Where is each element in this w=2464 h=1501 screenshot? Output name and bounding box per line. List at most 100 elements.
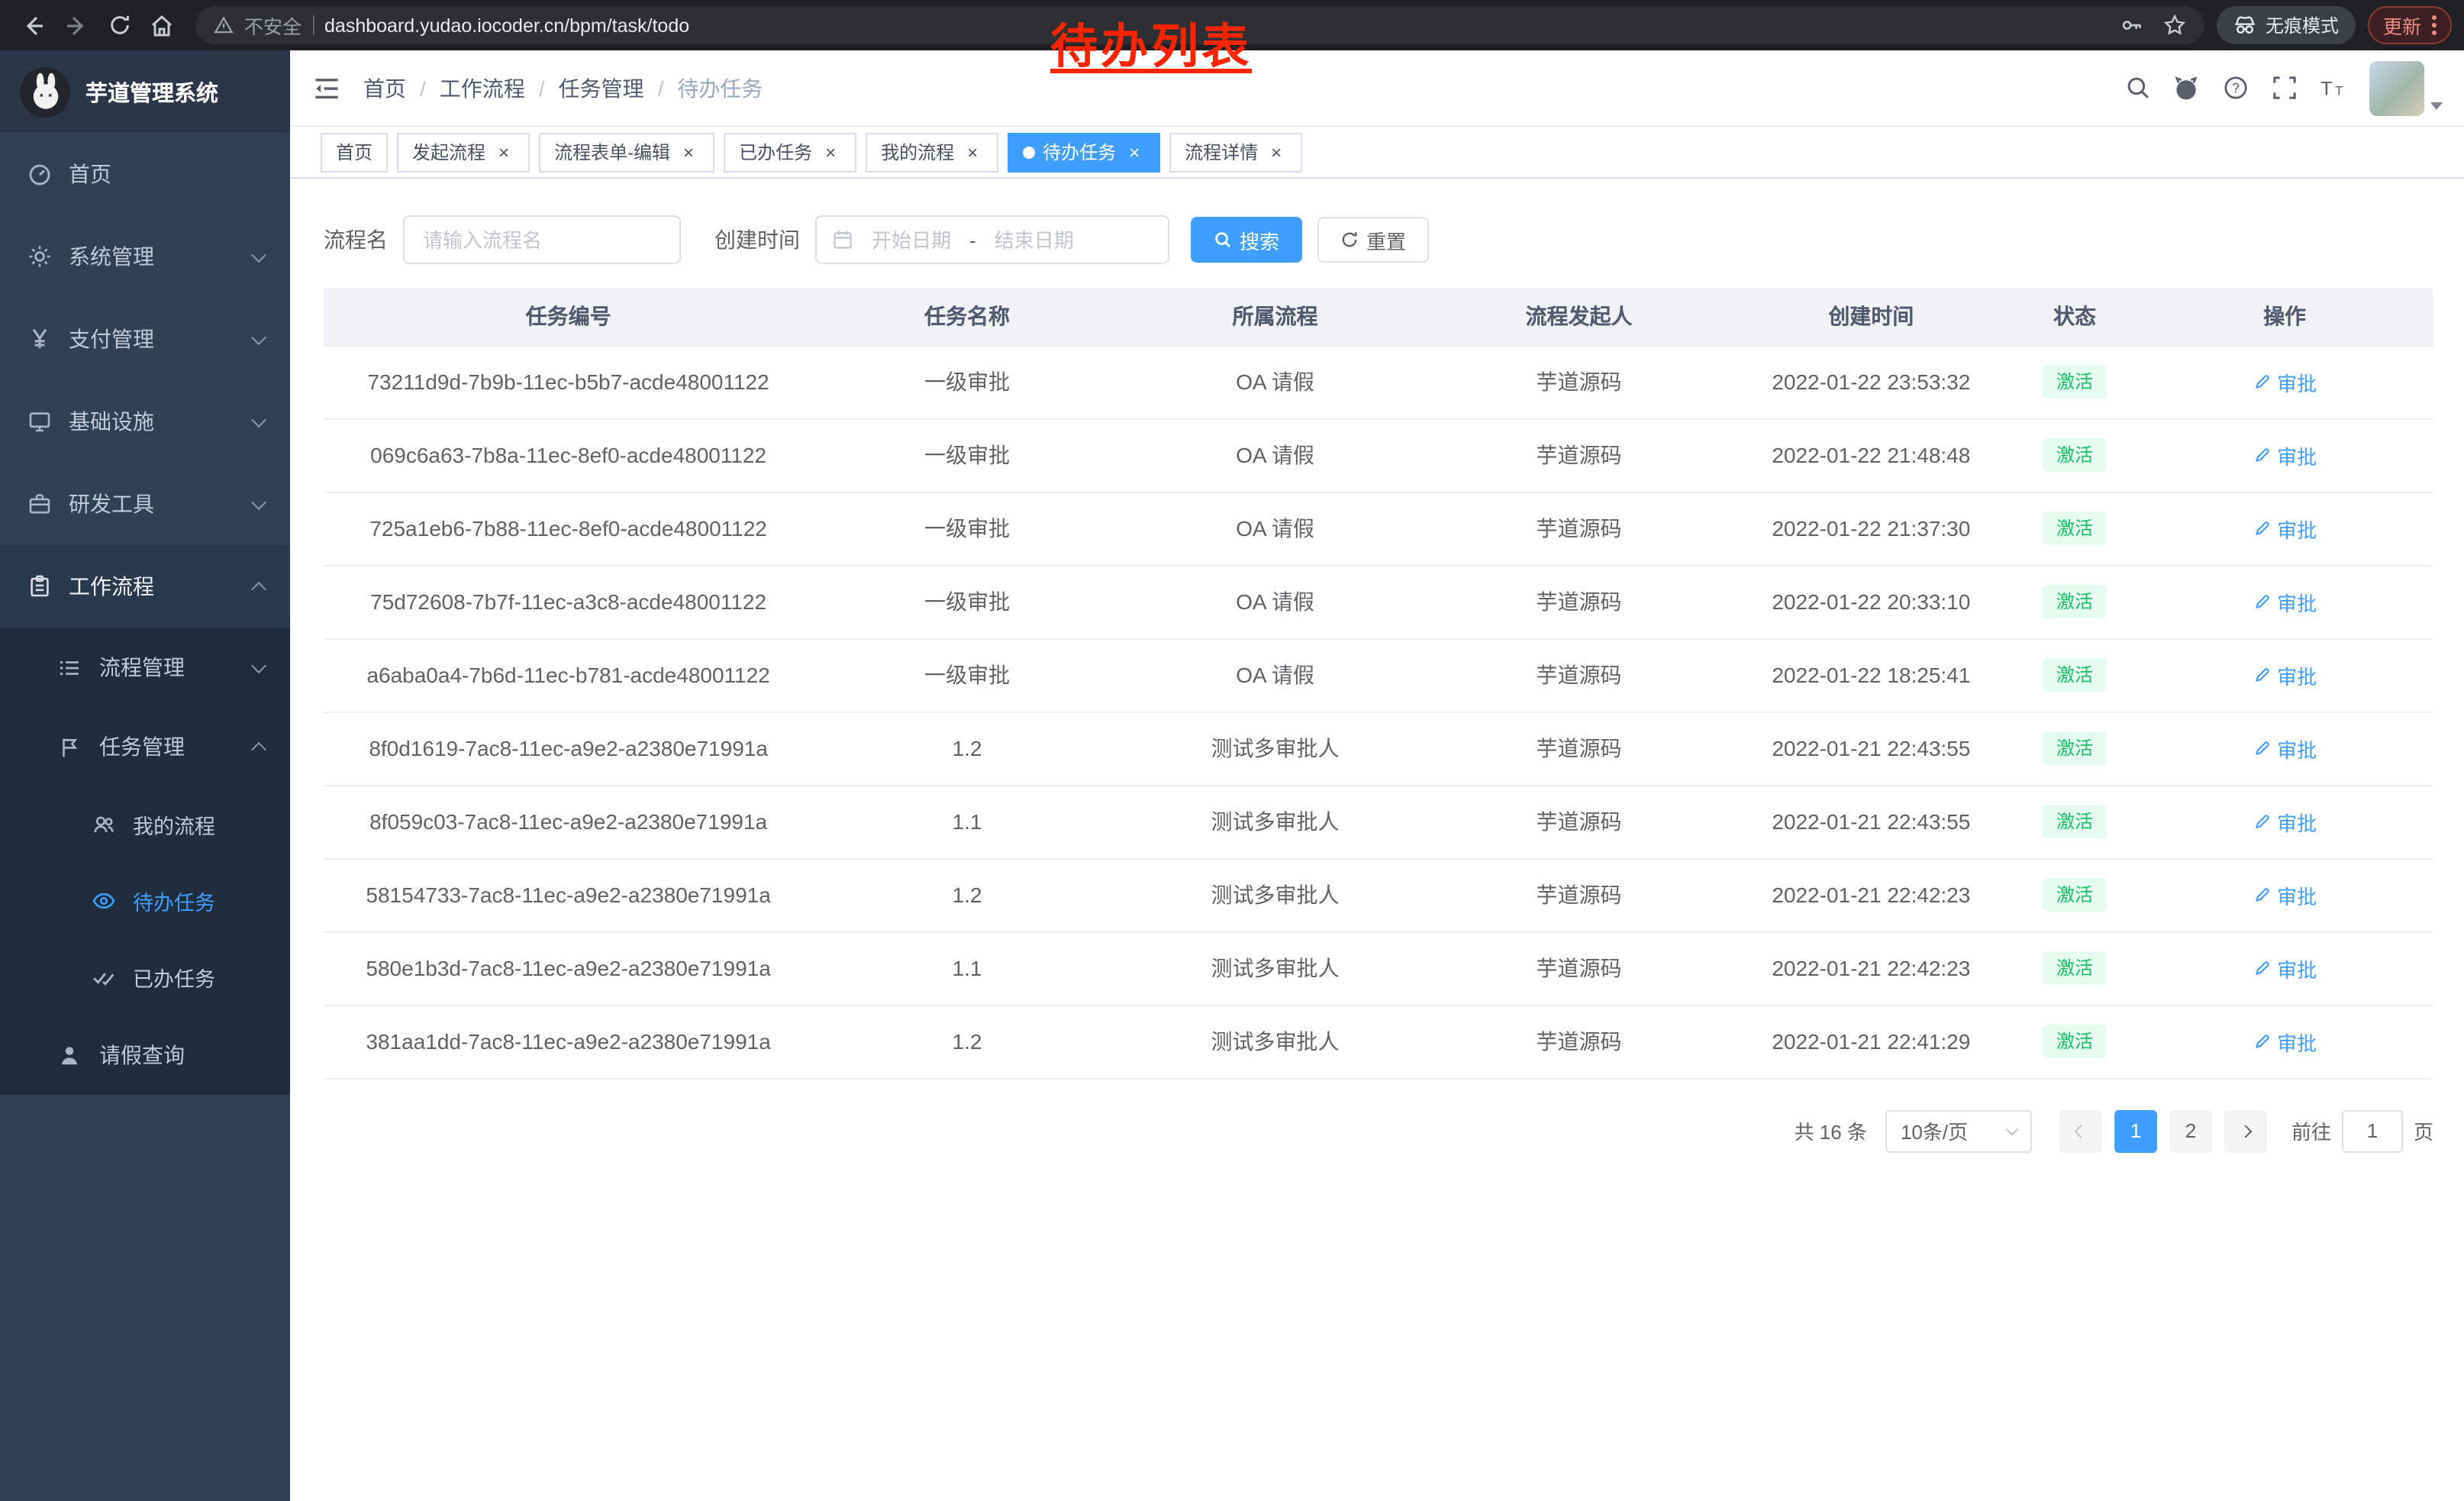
help-icon[interactable]: ? — [2211, 63, 2259, 112]
approve-link[interactable]: 审批 — [2253, 587, 2317, 616]
cell-process: 测试多审批人 — [1121, 1005, 1430, 1078]
address-bar[interactable]: 不安全 dashboard.yudao.iocoder.cn/bpm/task/… — [195, 6, 2204, 44]
monitor-icon — [26, 408, 52, 434]
edit-pen-icon — [2253, 666, 2271, 684]
search-button[interactable]: 搜索 — [1191, 217, 1302, 263]
chevron-down-icon — [251, 412, 266, 427]
status-badge: 激活 — [2043, 951, 2107, 985]
process-name-input[interactable] — [403, 215, 681, 264]
cell-created: 2022-01-21 22:41:29 — [1729, 1005, 2014, 1078]
sidebar-item-payment-mgmt[interactable]: 支付管理 — [0, 298, 290, 380]
sidebar-item-system-mgmt[interactable]: 系统管理 — [0, 215, 290, 298]
cell-actions: 审批 — [2136, 1005, 2433, 1078]
tab-my-process[interactable]: 我的流程 × — [866, 132, 998, 172]
sidebar-item-leave-query[interactable]: 请假查询 — [0, 1015, 290, 1095]
table-row: 725a1eb6-7b88-11ec-8ef0-acde48001122 一级审… — [324, 492, 2433, 565]
sidebar-item-done-tasks[interactable]: 已办任务 — [0, 939, 290, 1015]
next-page-button[interactable] — [2224, 1109, 2267, 1152]
chevron-down-icon — [2430, 102, 2443, 109]
date-range-picker[interactable]: - — [815, 215, 1169, 264]
approve-link[interactable]: 审批 — [2253, 367, 2317, 396]
breadcrumb-task-mgmt[interactable]: 任务管理 — [559, 73, 644, 103]
fullscreen-icon[interactable] — [2259, 63, 2308, 112]
col-task-name: 任务名称 — [813, 289, 1121, 345]
sidebar-item-my-process[interactable]: 我的流程 — [0, 786, 290, 863]
sidebar-item-home[interactable]: 首页 — [0, 133, 290, 215]
cell-process: 测试多审批人 — [1121, 785, 1430, 858]
approve-link[interactable]: 审批 — [2253, 441, 2317, 470]
approve-link[interactable]: 审批 — [2253, 514, 2317, 543]
cell-initiator: 芋道源码 — [1429, 418, 1728, 492]
cell-task-name: 1.2 — [813, 1005, 1121, 1078]
flag-icon — [56, 734, 82, 760]
close-icon[interactable]: × — [820, 141, 841, 163]
user-menu[interactable] — [2369, 60, 2443, 115]
page-button-2[interactable]: 2 — [2169, 1109, 2212, 1152]
cell-process: 测试多审批人 — [1121, 931, 1430, 1005]
cell-actions: 审批 — [2136, 931, 2433, 1005]
approve-link[interactable]: 审批 — [2253, 734, 2317, 763]
date-range-separator: - — [969, 228, 976, 251]
approve-link[interactable]: 审批 — [2253, 880, 2317, 909]
table-row: 58154733-7ac8-11ec-a9e2-a2380e71991a 1.2… — [324, 858, 2433, 931]
toolbox-icon — [26, 491, 52, 517]
github-icon[interactable] — [2162, 63, 2211, 112]
search-icon — [1214, 231, 1232, 249]
page-size-select[interactable]: 10条/页 — [1885, 1109, 2032, 1152]
tab-home[interactable]: 首页 — [321, 132, 388, 172]
incognito-badge[interactable]: 无痕模式 — [2217, 6, 2356, 44]
page-button-1[interactable]: 1 — [2114, 1109, 2157, 1152]
close-icon[interactable]: × — [1266, 141, 1287, 163]
approve-link[interactable]: 审批 — [2253, 660, 2317, 689]
close-icon[interactable]: × — [678, 141, 699, 163]
password-key-icon[interactable] — [2121, 14, 2143, 37]
forward-icon[interactable] — [55, 4, 98, 47]
sidebar-item-task-mgmt[interactable]: 任务管理 — [0, 707, 290, 786]
status-badge: 激活 — [2043, 438, 2107, 472]
process-name-label: 流程名 — [324, 224, 388, 255]
sidebar: 芋道管理系统 首页 系统管理 支付管理 — [0, 50, 290, 1501]
sidebar-item-dev-tools[interactable]: 研发工具 — [0, 463, 290, 545]
cell-created: 2022-01-22 20:33:10 — [1729, 565, 2014, 638]
breadcrumb-home[interactable]: 首页 — [363, 73, 406, 103]
sidebar-item-process-mgmt[interactable]: 流程管理 — [0, 628, 290, 707]
sidebar-item-todo-tasks[interactable]: 待办任务 — [0, 863, 290, 939]
reload-icon[interactable] — [98, 4, 140, 47]
back-icon[interactable] — [12, 4, 55, 47]
approve-link[interactable]: 审批 — [2253, 1027, 2317, 1056]
table-row: 580e1b3d-7ac8-11ec-a9e2-a2380e71991a 1.1… — [324, 931, 2433, 1005]
sidebar-item-infrastructure[interactable]: 基础设施 — [0, 380, 290, 463]
close-icon[interactable]: × — [962, 141, 983, 163]
tab-todo-tasks[interactable]: 待办任务 × — [1008, 132, 1160, 172]
search-icon[interactable] — [2113, 63, 2162, 112]
home-icon[interactable] — [140, 4, 183, 47]
bookmark-star-icon[interactable] — [2163, 14, 2186, 37]
edit-pen-icon — [2253, 739, 2271, 757]
breadcrumb-workflow[interactable]: 工作流程 — [440, 73, 525, 103]
goto-page-input[interactable] — [2342, 1109, 2403, 1152]
list-icon — [56, 654, 82, 680]
prev-page-button[interactable] — [2059, 1109, 2102, 1152]
approve-link[interactable]: 审批 — [2253, 954, 2317, 983]
browser-menu-icon[interactable] — [2432, 15, 2437, 35]
end-date-input[interactable] — [985, 228, 1083, 251]
tab-form-edit[interactable]: 流程表单-编辑 × — [539, 132, 714, 172]
status-badge: 激活 — [2043, 1025, 2107, 1058]
cell-created: 2022-01-21 22:43:55 — [1729, 712, 2014, 785]
sidebar-item-workflow[interactable]: 工作流程 — [0, 545, 290, 628]
start-date-input[interactable] — [863, 228, 960, 251]
sidebar-collapse-icon[interactable] — [290, 50, 363, 126]
approve-link[interactable]: 审批 — [2253, 807, 2317, 836]
browser-update-button[interactable]: 更新 — [2368, 6, 2452, 44]
app-logo-row[interactable]: 芋道管理系统 — [0, 50, 290, 133]
font-size-icon[interactable]: TT — [2308, 63, 2357, 112]
task-table-body: 73211d9d-7b9b-11ec-b5b7-acde48001122 一级审… — [324, 345, 2433, 1078]
tab-done-tasks[interactable]: 已办任务 × — [724, 132, 856, 172]
tab-start-process[interactable]: 发起流程 × — [397, 132, 530, 172]
tab-process-detail[interactable]: 流程详情 × — [1169, 132, 1302, 172]
close-icon[interactable]: × — [1124, 141, 1145, 163]
reset-button[interactable]: 重置 — [1317, 217, 1429, 263]
breadcrumb-current: 待办任务 — [677, 73, 763, 103]
cell-task-name: 1.1 — [813, 931, 1121, 1005]
close-icon[interactable]: × — [493, 141, 514, 163]
